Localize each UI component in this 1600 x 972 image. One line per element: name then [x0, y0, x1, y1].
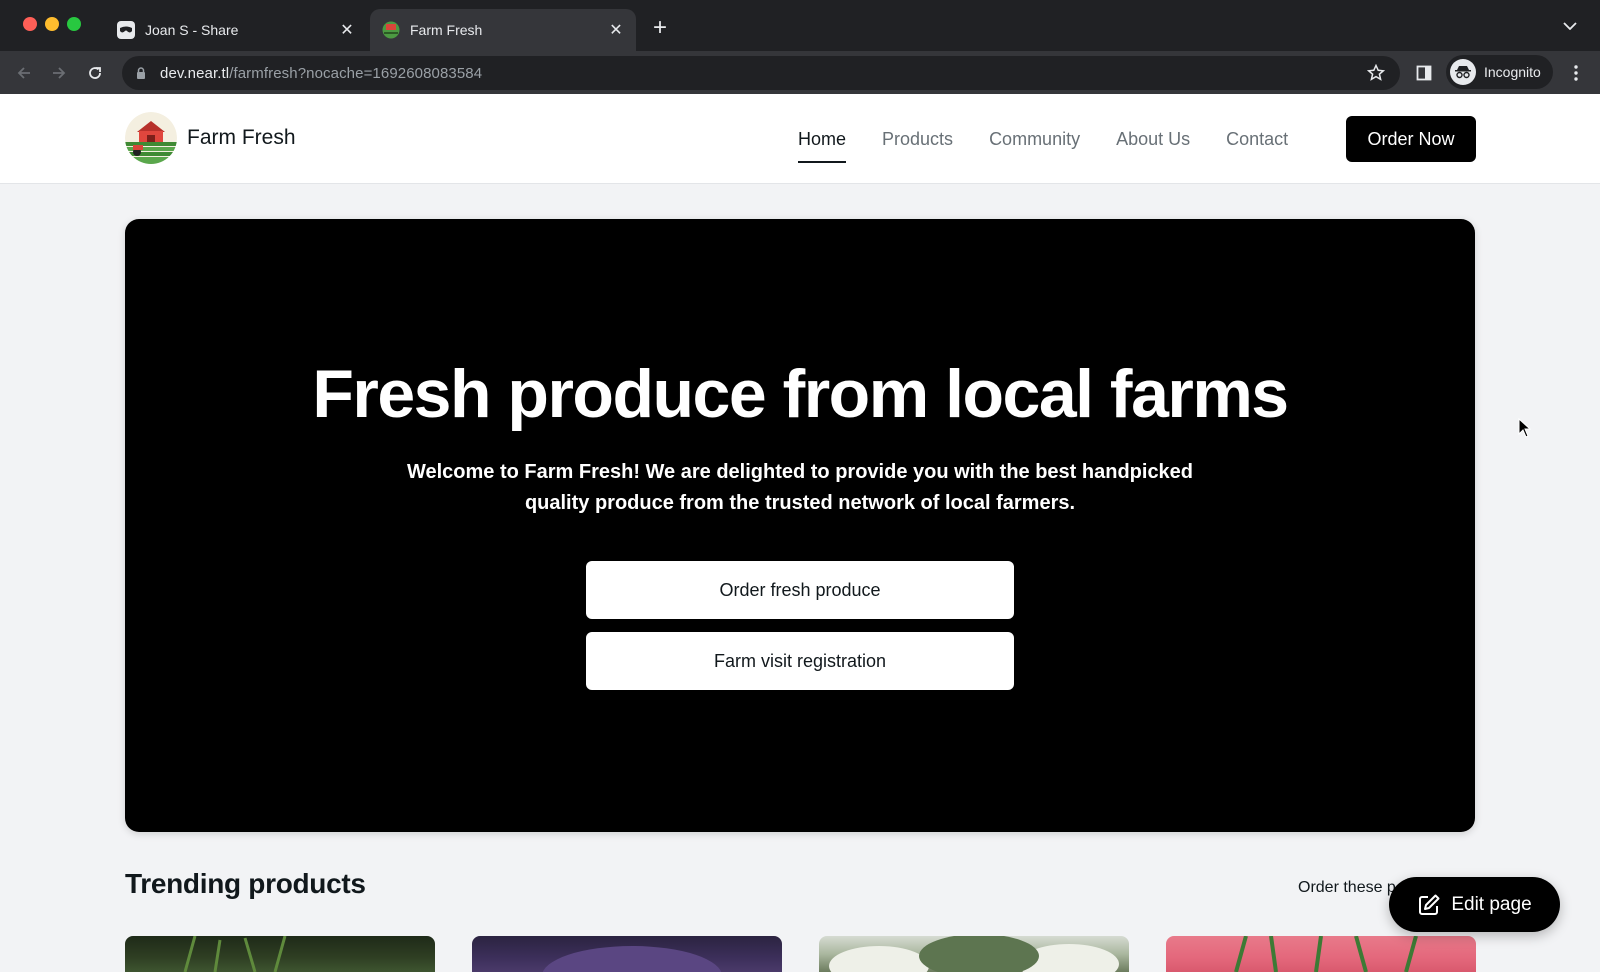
- main-nav: Home Products Community About Us Contact: [798, 94, 1324, 184]
- order-fresh-produce-button[interactable]: Order fresh produce: [586, 561, 1014, 619]
- site-header: Farm Fresh Home Products Community About…: [0, 94, 1600, 184]
- minimize-window-button[interactable]: [45, 17, 59, 31]
- product-card-image[interactable]: [472, 936, 782, 972]
- hero-title: Fresh produce from local farms: [312, 356, 1289, 432]
- mouse-cursor-icon: [1518, 418, 1532, 438]
- brand-name: Farm Fresh: [187, 126, 296, 149]
- hero-section: Fresh produce from local farms Welcome t…: [125, 219, 1475, 832]
- trending-products-heading: Trending products: [125, 868, 366, 899]
- nav-community[interactable]: Community: [989, 115, 1080, 163]
- incognito-icon: [1450, 59, 1476, 85]
- nav-home[interactable]: Home: [798, 115, 847, 163]
- bookmark-star-icon[interactable]: [1366, 63, 1386, 83]
- close-window-button[interactable]: [23, 17, 37, 31]
- edit-page-label: Edit page: [1451, 893, 1532, 915]
- back-icon[interactable]: [10, 59, 38, 87]
- edit-icon: [1417, 893, 1441, 917]
- address-bar[interactable]: dev.near.tl/farmfresh?nocache=1692608083…: [122, 56, 1400, 90]
- brand-link[interactable]: Farm Fresh: [125, 112, 296, 164]
- nav-contact[interactable]: Contact: [1226, 115, 1288, 163]
- maximize-window-button[interactable]: [67, 17, 81, 31]
- close-tab-icon[interactable]: ✕: [335, 18, 359, 42]
- browser-toolbar: dev.near.tl/farmfresh?nocache=1692608083…: [0, 51, 1600, 94]
- chevron-down-icon[interactable]: [1560, 16, 1580, 36]
- product-card-image[interactable]: [1166, 936, 1476, 972]
- browser-chrome: Joan S - Share ✕ Farm Fresh ✕ + dev.near…: [0, 0, 1600, 94]
- farm-logo-icon: [125, 112, 177, 164]
- farm-visit-registration-button[interactable]: Farm visit registration: [586, 632, 1014, 690]
- product-card-image[interactable]: [125, 936, 435, 972]
- order-now-button[interactable]: Order Now: [1346, 116, 1476, 162]
- profile-button[interactable]: Incognito: [1446, 55, 1553, 89]
- order-these-products-link[interactable]: Order these p: [1298, 879, 1396, 897]
- browser-tab-joan[interactable]: Joan S - Share ✕: [105, 9, 367, 51]
- tab-strip: Joan S - Share ✕ Farm Fresh ✕ +: [0, 0, 1600, 51]
- side-panel-icon[interactable]: [1412, 61, 1436, 85]
- nav-about-us[interactable]: About Us: [1116, 115, 1190, 163]
- profile-label: Incognito: [1484, 64, 1541, 80]
- browser-menu-icon[interactable]: [1566, 61, 1586, 85]
- tab-title: Joan S - Share: [145, 22, 239, 38]
- edit-page-button[interactable]: Edit page: [1389, 877, 1560, 932]
- new-tab-icon[interactable]: +: [646, 14, 674, 42]
- hero-subtitle: Welcome to Farm Fresh! We are delighted …: [406, 461, 1194, 514]
- mask-icon: [117, 21, 135, 39]
- browser-tab-farm-fresh[interactable]: Farm Fresh ✕: [370, 9, 636, 51]
- forward-icon[interactable]: [45, 59, 73, 87]
- tab-title: Farm Fresh: [410, 22, 483, 38]
- nav-products[interactable]: Products: [882, 115, 953, 163]
- reload-icon[interactable]: [81, 59, 109, 87]
- farm-icon: [382, 21, 400, 39]
- url-text: dev.near.tl/farmfresh?nocache=1692608083…: [160, 64, 483, 82]
- close-tab-icon[interactable]: ✕: [604, 18, 628, 42]
- product-card-image[interactable]: [819, 936, 1129, 972]
- lock-icon[interactable]: [134, 66, 148, 80]
